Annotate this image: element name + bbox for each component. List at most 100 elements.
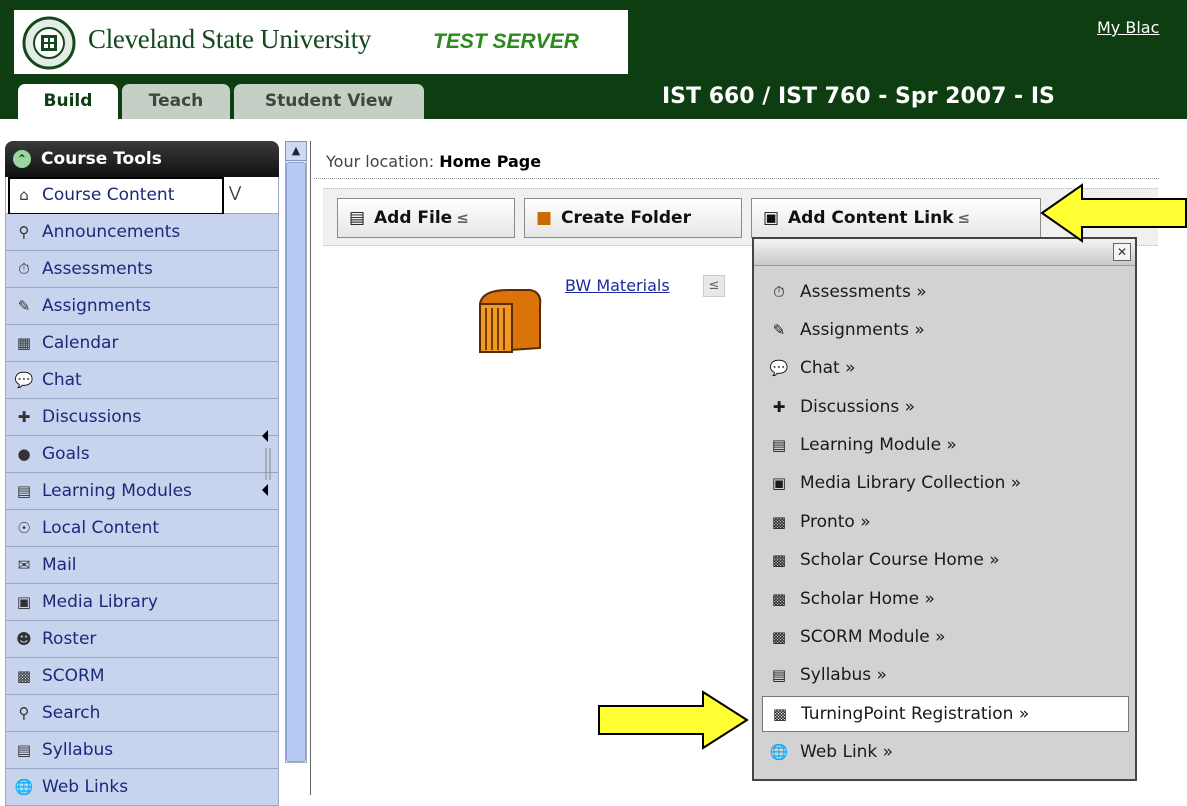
- panel-collapse-handle[interactable]: [258, 430, 278, 500]
- add-file-label: Add File: [374, 208, 453, 228]
- menu-item-assignments[interactable]: ✎ Assignments »: [762, 313, 1127, 347]
- sidebar-item-assignments[interactable]: ✎ Assignments: [5, 288, 279, 325]
- add-file-button[interactable]: ▤ Add File ≤: [337, 198, 515, 238]
- folder-options-dropdown-icon[interactable]: ≤: [703, 275, 725, 297]
- pencil-icon: ✎: [772, 321, 786, 339]
- menu-item-label: Scholar Course Home »: [800, 550, 1000, 570]
- menu-title-bar: ✕: [754, 239, 1135, 266]
- menu-item-label: Chat »: [800, 358, 856, 378]
- sidebar-item-course-content[interactable]: ⌂ Course Content ⋁: [5, 177, 279, 215]
- scorm-icon: ▩: [771, 628, 787, 646]
- menu-item-pronto[interactable]: ▩ Pronto »: [762, 505, 1127, 539]
- pushpin-icon: ✚: [772, 398, 786, 416]
- chevron-down-icon[interactable]: ⋁: [225, 177, 245, 211]
- menu-item-media-library-collection[interactable]: ▣ Media Library Collection »: [762, 466, 1127, 500]
- sidebar-item-announcements[interactable]: ⚲ Announcements: [5, 214, 279, 251]
- sidebar-item-discussions[interactable]: ✚ Discussions: [5, 399, 279, 436]
- menu-item-syllabus[interactable]: ▤ Syllabus »: [762, 658, 1127, 692]
- stopwatch-icon: ⏱: [773, 283, 785, 301]
- tab-build[interactable]: Build: [18, 84, 118, 119]
- menu-item-scholar-course-home[interactable]: ▩ Scholar Course Home »: [762, 543, 1127, 577]
- syllabus-icon: ▤: [771, 666, 787, 684]
- university-name: Cleveland State University: [88, 24, 372, 54]
- plugin-icon: ▩: [771, 551, 787, 569]
- menu-item-assessments[interactable]: ⏱ Assessments »: [762, 275, 1127, 309]
- sidebar-item-label: Calendar: [42, 333, 119, 353]
- menu-item-label: Discussions »: [800, 397, 916, 417]
- menu-item-label: Learning Module »: [800, 435, 957, 455]
- content-divider: [310, 141, 311, 795]
- course-title: IST 660 / IST 760 - Spr 2007 - IS: [662, 84, 1055, 109]
- breadcrumb: Your location: Home Page: [326, 152, 541, 171]
- sidebar-item-syllabus[interactable]: ▤ Syllabus: [5, 732, 279, 769]
- tab-teach[interactable]: Teach: [122, 84, 230, 119]
- annotation-arrow-right-icon: [598, 690, 749, 750]
- menu-item-label: SCORM Module »: [800, 627, 946, 647]
- document-icon: ▤: [771, 436, 787, 454]
- sidebar-item-scorm[interactable]: ▩ SCORM: [5, 658, 279, 695]
- menu-item-discussions[interactable]: ✚ Discussions »: [762, 390, 1127, 424]
- sidebar-item-goals[interactable]: ● Goals: [5, 436, 279, 473]
- folder-link-bw-materials[interactable]: BW Materials: [565, 276, 670, 295]
- add-content-link-button[interactable]: ▣ Add Content Link ≤: [751, 198, 1041, 238]
- pencil-icon: ✎: [17, 297, 31, 315]
- top-banner: Cleveland State University TEST SERVER M…: [0, 0, 1187, 119]
- speech-bubble-icon: 💬: [769, 359, 789, 377]
- menu-item-label: Assignments »: [800, 320, 925, 340]
- location-label: Your location:: [326, 152, 435, 171]
- menu-item-scholar-home[interactable]: ▩ Scholar Home »: [762, 582, 1127, 616]
- sidebar-item-learning-modules[interactable]: ▤ Learning Modules: [5, 473, 279, 510]
- sidebar-item-assessments[interactable]: ⏱ Assessments: [5, 251, 279, 288]
- university-seal-icon: [22, 16, 76, 70]
- pushpin-icon: ✚: [17, 408, 31, 426]
- menu-item-label: Media Library Collection »: [800, 473, 1022, 493]
- calendar-icon: ▦: [16, 334, 32, 352]
- sidebar-scrollbar-thumb[interactable]: [286, 162, 306, 762]
- scroll-up-arrow-icon[interactable]: ▲: [285, 141, 307, 161]
- sidebar-item-local-content[interactable]: ☉ Local Content: [5, 510, 279, 547]
- collapse-up-icon[interactable]: ⌃: [13, 150, 31, 168]
- sidebar-item-label: Search: [42, 703, 101, 723]
- course-tools-title: Course Tools: [41, 149, 162, 169]
- sidebar-item-calendar[interactable]: ▦ Calendar: [5, 325, 279, 362]
- file-icon: ▤: [348, 208, 366, 228]
- sidebar-item-media-library[interactable]: ▣ Media Library: [5, 584, 279, 621]
- disc-icon: ☉: [17, 519, 31, 537]
- course-tools-list: ⌂ Course Content ⋁ ⚲ Announcements ⏱ Assess…: [5, 177, 279, 806]
- folder-chest-icon[interactable]: [468, 282, 548, 357]
- menu-item-learning-module[interactable]: ▤ Learning Module »: [762, 428, 1127, 462]
- menu-item-label: Pronto »: [800, 512, 871, 532]
- add-content-link-menu: ✕ ⏱ Assessments » ✎ Assignments » 💬 Chat » …: [752, 237, 1137, 781]
- create-folder-button[interactable]: ■ Create Folder: [524, 198, 742, 238]
- sidebar-item-chat[interactable]: 💬 Chat: [5, 362, 279, 399]
- menu-item-chat[interactable]: 💬 Chat »: [762, 351, 1127, 385]
- media-icon: ▣: [16, 593, 32, 611]
- plugin-icon: ▩: [771, 513, 787, 531]
- close-icon[interactable]: ✕: [1113, 243, 1131, 261]
- active-item-frame: [8, 177, 224, 215]
- menu-item-label: Assessments »: [800, 282, 927, 302]
- menu-item-turningpoint-registration[interactable]: ▩ TurningPoint Registration »: [762, 696, 1129, 732]
- sidebar-item-label: Assessments: [42, 259, 153, 279]
- tab-student-view[interactable]: Student View: [234, 84, 424, 119]
- sidebar-item-label: Local Content: [42, 518, 160, 538]
- syllabus-icon: ▤: [16, 741, 32, 759]
- sidebar-item-roster[interactable]: ☻ Roster: [5, 621, 279, 658]
- sidebar-item-web-links[interactable]: 🌐 Web Links: [5, 769, 279, 806]
- create-folder-label: Create Folder: [561, 208, 691, 228]
- annotation-arrow-left-icon: [1040, 183, 1187, 243]
- sidebar-item-mail[interactable]: ✉ Mail: [5, 547, 279, 584]
- server-badge: TEST SERVER: [433, 30, 579, 53]
- sidebar-item-label: Goals: [42, 444, 90, 464]
- my-blackboard-link[interactable]: My Blac: [1097, 18, 1187, 37]
- menu-item-label: TurningPoint Registration »: [801, 704, 1030, 724]
- menu-item-label: Scholar Home »: [800, 589, 935, 609]
- course-tools-header[interactable]: ⌃ Course Tools: [5, 141, 279, 177]
- speech-bubble-icon: 💬: [14, 371, 34, 389]
- globe-icon: 🌐: [769, 743, 789, 761]
- sidebar-item-search[interactable]: ⚲ Search: [5, 695, 279, 732]
- menu-item-scorm-module[interactable]: ▩ SCORM Module »: [762, 620, 1127, 654]
- menu-item-web-link[interactable]: 🌐 Web Link »: [762, 735, 1127, 769]
- sidebar-item-label: Web Links: [42, 777, 129, 797]
- sidebar-item-label: Discussions: [42, 407, 142, 427]
